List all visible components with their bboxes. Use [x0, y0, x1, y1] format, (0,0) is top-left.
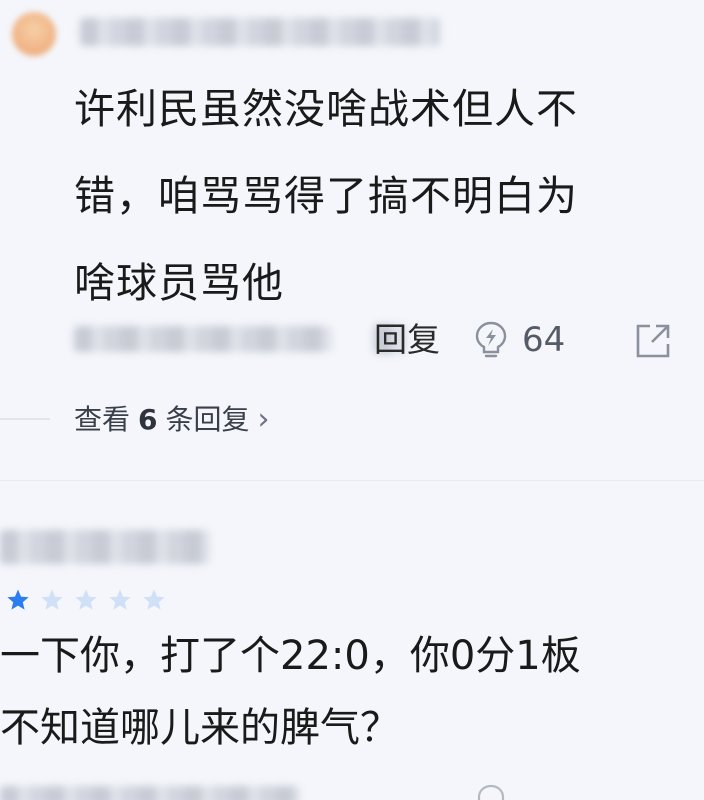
comment-text: 一下你，打了个22:0，你0分1板 不知道哪儿来的脾气？: [0, 620, 704, 764]
comment-text-line: 啥球员骂他: [74, 259, 284, 307]
view-replies-link[interactable]: 查看 6 条回复 ›: [74, 398, 270, 442]
view-replies-suffix: 条回复: [165, 403, 250, 436]
comment-text-line: 不知道哪儿来的脾气？: [0, 705, 400, 751]
star-icon: [109, 589, 131, 610]
time-location-blurred: [74, 326, 332, 352]
like-count: 64: [522, 320, 566, 360]
avatar[interactable]: [12, 12, 56, 56]
reply-button[interactable]: 回复: [374, 318, 440, 362]
comment-text-line: 错，咱骂骂得了搞不明白为: [74, 172, 578, 220]
like-button[interactable]: 64: [474, 320, 565, 360]
share-icon[interactable]: [634, 322, 672, 360]
view-replies-prefix: 查看: [74, 403, 131, 436]
lightning-like-icon: [475, 321, 507, 358]
star-icon: [7, 589, 29, 610]
star-icon: [75, 589, 97, 610]
divider: [0, 418, 50, 420]
comment-separator: [0, 480, 704, 481]
chevron-right-icon: ›: [257, 402, 270, 437]
comment-text: 许利民虽然没啥战术但人不 错，咱骂骂得了搞不明白为 啥球员骂他: [74, 66, 674, 327]
view-replies-count: 6: [138, 403, 158, 436]
lightning-like-icon[interactable]: [476, 784, 506, 800]
comment-text-line: 一下你，打了个22:0，你0分1板: [0, 633, 581, 679]
username-blurred[interactable]: [0, 530, 210, 564]
comment-text-line: 许利民虽然没啥战术但人不: [74, 85, 578, 133]
time-location-blurred: [0, 786, 300, 800]
username-blurred[interactable]: [80, 18, 440, 46]
comment-meta-row: 回复 64: [74, 318, 674, 362]
star-icon: [143, 589, 165, 610]
star-icon: [41, 589, 63, 610]
star-rating: [6, 588, 166, 612]
